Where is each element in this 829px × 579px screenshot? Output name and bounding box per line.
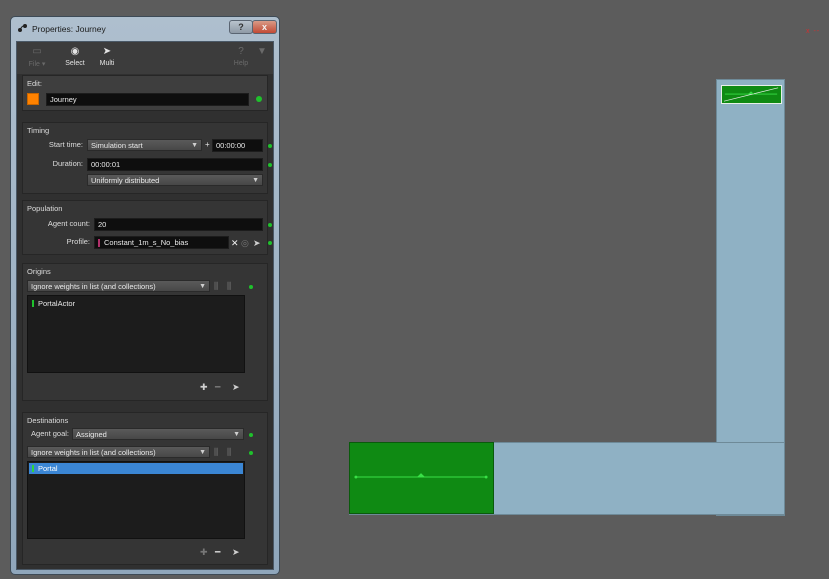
destinations-title: Destinations: [27, 416, 69, 425]
cursor-icon: ➤: [102, 46, 112, 57]
origins-section: Origins Ignore weights in list (and coll…: [22, 263, 268, 401]
destinations-weights-dropdown[interactable]: Ignore weights in list (and collections)…: [27, 446, 210, 458]
duration-status-dot: [268, 163, 272, 167]
title-bar[interactable]: Properties: Journey ? x: [11, 17, 279, 41]
start-time-status-dot: [268, 144, 272, 148]
pick-cursor-icon[interactable]: ➤: [253, 238, 261, 248]
origins-title: Origins: [27, 267, 51, 276]
timing-title: Timing: [27, 126, 50, 135]
agent-count-label: Agent count:: [47, 219, 90, 228]
dropdown-arrow-icon: ▼: [233, 431, 240, 438]
origins-list[interactable]: PortalActor: [27, 295, 245, 373]
clear-icon[interactable]: ✕: [231, 238, 239, 248]
toolbar: ▭ File ▾ ◉ Select ➤ Multi ? Help ▼: [17, 42, 273, 74]
window-close-button[interactable]: x: [252, 20, 277, 34]
window-help-button[interactable]: ?: [229, 20, 253, 34]
window-title: Properties: Journey: [32, 24, 106, 34]
question-icon: ?: [238, 46, 244, 57]
dropdown-arrow-icon: ▼: [199, 449, 206, 456]
target-icon[interactable]: ◎: [241, 238, 249, 248]
edit-status-dot: [256, 96, 262, 102]
origins-weights-dropdown[interactable]: Ignore weights in list (and collections)…: [27, 280, 210, 292]
agent-count-input[interactable]: [94, 218, 263, 231]
duration-label: Duration:: [52, 159, 83, 168]
agent-count-status-dot: [268, 223, 272, 227]
axis-marker: x --: [806, 28, 821, 35]
weights-sliders-icon[interactable]: ⫼: [214, 281, 218, 291]
agent-goal-label: Agent goal:: [31, 429, 69, 438]
help-button[interactable]: ? Help: [231, 46, 251, 67]
profile-field[interactable]: Constant_1m_s_No_bias: [94, 236, 229, 249]
destinations-list[interactable]: Portal: [27, 461, 245, 539]
target-icon: ◉: [70, 46, 80, 57]
pick-destination-cursor-icon[interactable]: ➤: [232, 547, 240, 557]
properties-window: Properties: Journey ? x ▭ File ▾ ◉ Selec…: [10, 16, 280, 575]
timing-section: Timing Start time: Simulation start▼ + D…: [22, 122, 272, 194]
weights-sliders-alt-icon[interactable]: ⫼: [227, 281, 231, 291]
properties-panel: ▭ File ▾ ◉ Select ➤ Multi ? Help ▼ Edit:: [16, 41, 274, 570]
weights-sliders-icon[interactable]: ⫼: [214, 447, 218, 457]
profile-color-mark: [98, 239, 100, 247]
journey-name-input[interactable]: [46, 93, 249, 106]
duration-input[interactable]: [87, 158, 263, 171]
agent-goal-dropdown[interactable]: Assigned ▼: [72, 428, 244, 440]
agent-goal-status-dot: [249, 433, 253, 437]
start-offset-input[interactable]: [212, 139, 263, 152]
select-tool-button[interactable]: ◉ Select: [63, 46, 87, 67]
folder-icon: ▭: [32, 46, 42, 57]
plus-label: +: [205, 140, 210, 149]
destination-portal-zone[interactable]: [721, 85, 782, 104]
destinations-section: Destinations Agent goal: Assigned ▼ Ignor…: [22, 412, 268, 565]
start-time-dropdown[interactable]: Simulation start ▼: [87, 139, 202, 151]
dropdown-arrow-icon: ▼: [191, 142, 198, 149]
population-section: Population Agent count: Profile: Constan…: [22, 200, 272, 255]
profile-status-dot: [268, 241, 272, 245]
remove-destination-icon[interactable]: ━: [215, 547, 220, 557]
origins-status-dot: [249, 285, 253, 289]
edit-label: Edit:: [27, 79, 43, 88]
multi-select-button[interactable]: ➤ Multi: [97, 46, 117, 67]
remove-origin-icon[interactable]: ━: [215, 382, 220, 392]
profile-label: Profile:: [66, 237, 90, 246]
list-item[interactable]: PortalActor: [29, 298, 243, 309]
add-destination-icon[interactable]: ✚: [200, 547, 208, 557]
triangle-down-icon: ▼: [257, 46, 267, 57]
edit-section: Edit:: [22, 75, 268, 111]
dropdown-arrow-icon: ▼: [252, 177, 259, 184]
origin-portal-zone[interactable]: [349, 442, 494, 514]
list-item[interactable]: Portal: [29, 463, 243, 474]
population-title: Population: [27, 204, 63, 213]
journey-app-icon: [18, 24, 27, 32]
add-origin-icon[interactable]: ✚: [200, 382, 208, 392]
panel-menu-button[interactable]: ▼: [255, 46, 269, 58]
weights-sliders-alt-icon[interactable]: ⫼: [227, 447, 231, 457]
color-swatch[interactable]: [27, 93, 39, 105]
start-time-label: Start time:: [48, 140, 83, 149]
dropdown-arrow-icon: ▼: [199, 283, 206, 290]
pick-origin-cursor-icon[interactable]: ➤: [232, 382, 240, 392]
distribution-dropdown[interactable]: Uniformly distributed ▼: [87, 174, 263, 186]
file-menu-button[interactable]: ▭ File ▾: [25, 46, 49, 68]
destinations-status-dot: [249, 451, 253, 455]
